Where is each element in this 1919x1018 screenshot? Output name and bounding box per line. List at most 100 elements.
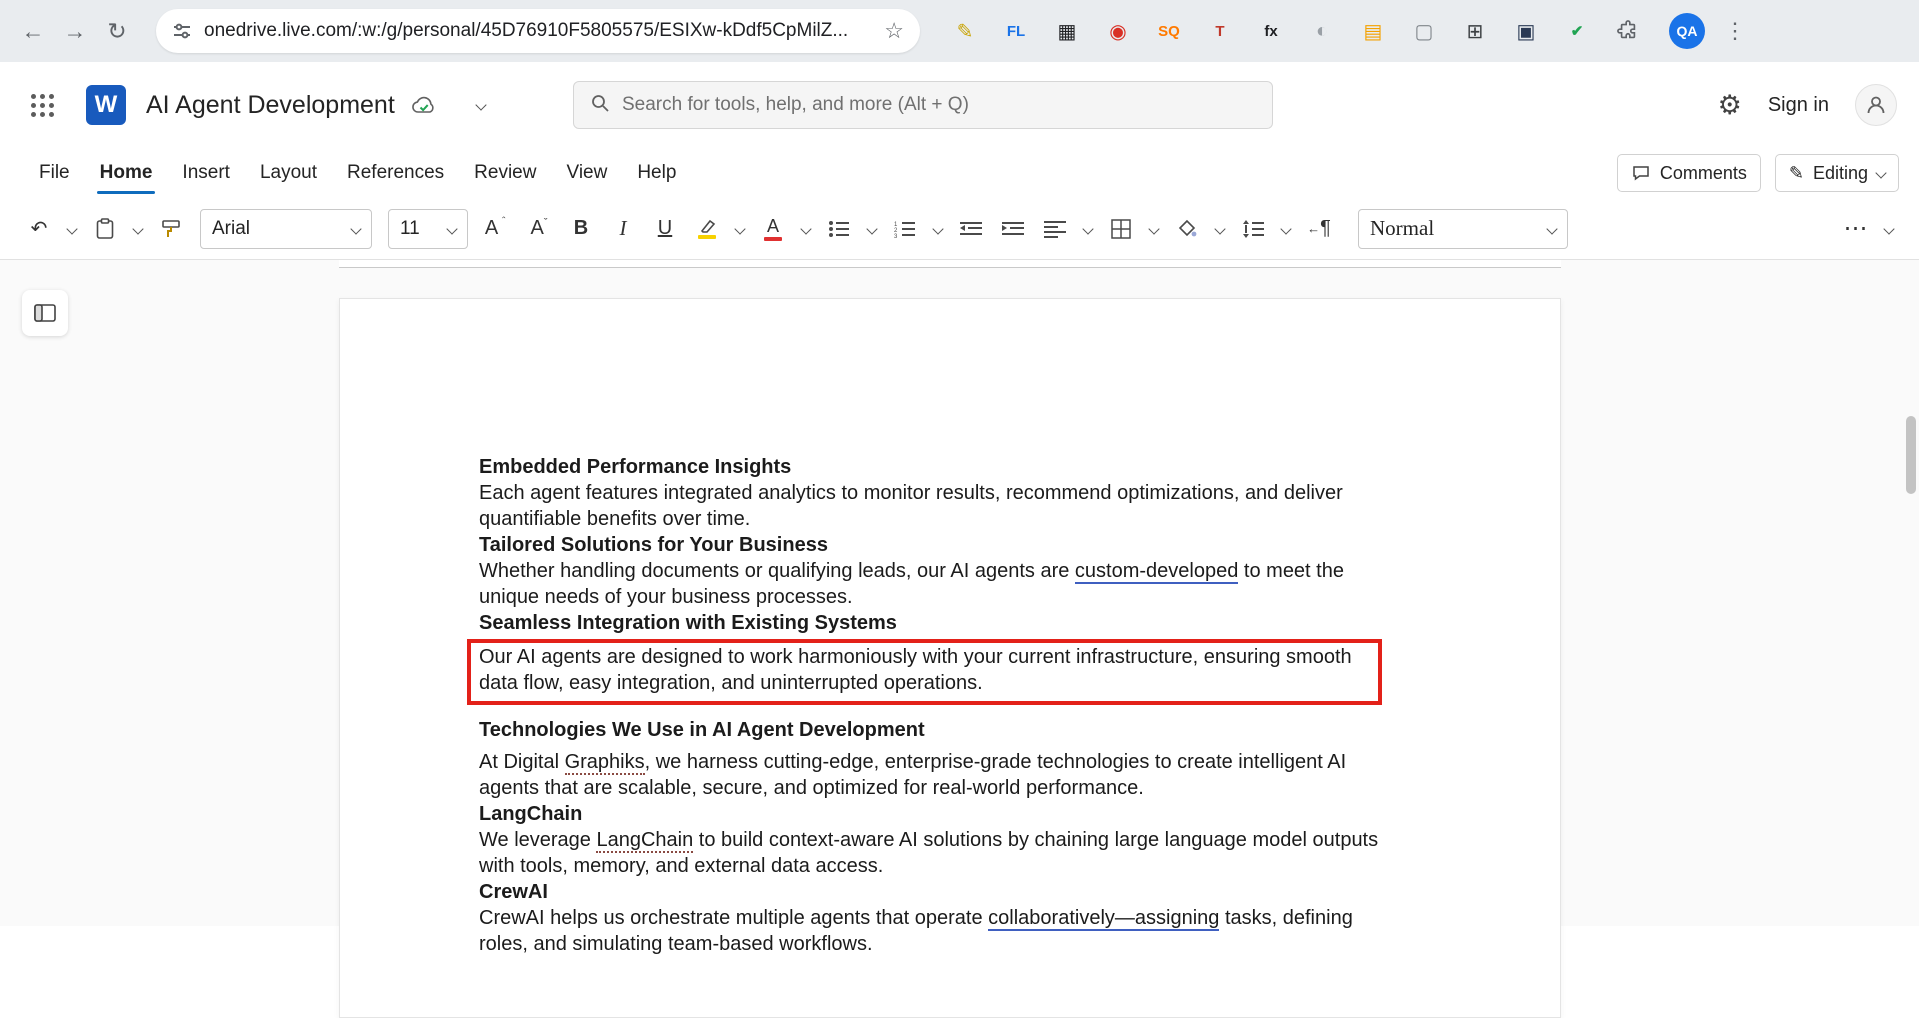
- qr-code-extension-icon[interactable]: ▦: [1052, 16, 1082, 46]
- bookmark-star-icon[interactable]: ☆: [884, 18, 904, 44]
- app-launcher-button[interactable]: [20, 83, 64, 127]
- forward-button[interactable]: →: [54, 10, 96, 52]
- tab-help[interactable]: Help: [622, 148, 691, 198]
- sign-in-link[interactable]: Sign in: [1768, 94, 1829, 117]
- dark-grid-extension-icon[interactable]: ⊞: [1460, 16, 1490, 46]
- decrease-indent-button[interactable]: [952, 209, 990, 249]
- underline-button[interactable]: U: [646, 209, 684, 249]
- alignment-chevron-icon[interactable]: [1078, 209, 1098, 249]
- browser-profile-avatar[interactable]: QA: [1669, 13, 1705, 49]
- tab-layout[interactable]: Layout: [245, 148, 332, 198]
- extensions-puzzle-icon[interactable]: [1613, 16, 1643, 46]
- font-name-select[interactable]: Arial: [200, 209, 372, 249]
- account-avatar-icon[interactable]: [1855, 84, 1897, 126]
- tab-insert[interactable]: Insert: [167, 148, 245, 198]
- format-painter-button[interactable]: [152, 209, 190, 249]
- compass-extension-icon[interactable]: ◐: [1307, 16, 1337, 46]
- font-color-button[interactable]: A: [754, 209, 792, 249]
- insights-paragraph[interactable]: Each agent features integrated analytics…: [479, 480, 1400, 532]
- tab-file[interactable]: File: [24, 148, 85, 198]
- ribbon-tab-bar: File Home Insert Layout References Revie…: [0, 148, 1919, 198]
- collapse-ribbon-button[interactable]: [1879, 209, 1899, 249]
- numbering-button[interactable]: 123: [886, 209, 924, 249]
- window-extension-icon[interactable]: ▢: [1409, 16, 1439, 46]
- tab-view[interactable]: View: [551, 148, 622, 198]
- bold-button[interactable]: B: [562, 209, 600, 249]
- highlight-chevron-icon[interactable]: [730, 209, 750, 249]
- insights-heading[interactable]: Embedded Performance Insights: [479, 454, 1400, 480]
- paste-chevron-icon[interactable]: [128, 209, 148, 249]
- seamless-heading[interactable]: Seamless Integration with Existing Syste…: [479, 610, 1400, 636]
- comments-button[interactable]: Comments: [1617, 154, 1761, 192]
- back-button[interactable]: ←: [12, 10, 54, 52]
- borders-button[interactable]: [1102, 209, 1140, 249]
- crewai-paragraph[interactable]: CrewAI helps us orchestrate multiple age…: [479, 905, 1400, 957]
- tailored-heading[interactable]: Tailored Solutions for Your Business: [479, 532, 1400, 558]
- highlight-button[interactable]: [688, 209, 726, 249]
- pen-extension-icon[interactable]: ✎: [950, 16, 980, 46]
- browser-menu-icon[interactable]: ⋮: [1723, 18, 1747, 44]
- langchain-paragraph[interactable]: We leverage LangChain to build context-a…: [479, 827, 1400, 879]
- paste-button[interactable]: [86, 209, 124, 249]
- undo-button[interactable]: ↶: [20, 209, 58, 249]
- bullets-button[interactable]: [820, 209, 858, 249]
- cloud-saved-icon[interactable]: [411, 95, 437, 115]
- custom-developed-underlined-text[interactable]: custom-developed: [1075, 560, 1238, 584]
- collaboratively-underlined-text[interactable]: collaboratively—assigning: [988, 907, 1219, 931]
- alignment-button[interactable]: [1036, 209, 1074, 249]
- seoquake-extension-icon[interactable]: SQ: [1154, 16, 1184, 46]
- settings-gear-icon[interactable]: ⚙: [1718, 90, 1742, 121]
- seamless-paragraph[interactable]: Our AI agents are designed to work harmo…: [479, 644, 1370, 696]
- dark-grid-extension-glyph: ⊞: [1467, 19, 1484, 44]
- line-spacing-button[interactable]: [1234, 209, 1272, 249]
- frame-extension-glyph: ▣: [1517, 19, 1536, 44]
- function-extension-glyph: fx: [1264, 23, 1277, 40]
- tab-references[interactable]: References: [332, 148, 459, 198]
- font-size-select[interactable]: 11: [388, 209, 468, 249]
- word-logo-icon[interactable]: W: [86, 85, 126, 125]
- tab-review[interactable]: Review: [459, 148, 551, 198]
- letter-t-extension-icon[interactable]: T: [1205, 16, 1235, 46]
- grow-font-button[interactable]: A＾: [478, 209, 516, 249]
- check-green-extension-icon[interactable]: ✔: [1562, 16, 1592, 46]
- tab-home[interactable]: Home: [85, 148, 168, 198]
- shading-button[interactable]: [1168, 209, 1206, 249]
- vertical-scrollbar-thumb[interactable]: [1906, 416, 1916, 494]
- increase-indent-button[interactable]: [994, 209, 1032, 249]
- record-extension-icon[interactable]: ◉: [1103, 16, 1133, 46]
- url-text[interactable]: onedrive.live.com/:w:/g/personal/45D7691…: [204, 20, 874, 42]
- editing-mode-button[interactable]: ✎ Editing: [1775, 154, 1899, 192]
- document-title[interactable]: AI Agent Development: [146, 91, 395, 120]
- fl-extension-icon[interactable]: FL: [1001, 16, 1031, 46]
- grid-orange-extension-icon[interactable]: ▤: [1358, 16, 1388, 46]
- paragraph-marks-button[interactable]: ←¶: [1300, 209, 1338, 249]
- shrink-font-button[interactable]: Aˇ: [520, 209, 558, 249]
- line-spacing-chevron-icon[interactable]: [1276, 209, 1296, 249]
- italic-button[interactable]: I: [604, 209, 642, 249]
- numbering-chevron-icon[interactable]: [928, 209, 948, 249]
- site-info-icon[interactable]: [172, 21, 192, 41]
- more-options-button[interactable]: ⋯: [1837, 209, 1875, 249]
- frame-extension-icon[interactable]: ▣: [1511, 16, 1541, 46]
- search-input[interactable]: [622, 94, 1256, 116]
- technologies-heading[interactable]: Technologies We Use in AI Agent Developm…: [479, 717, 1400, 743]
- langchain-heading[interactable]: LangChain: [479, 801, 1400, 827]
- address-bar[interactable]: onedrive.live.com/:w:/g/personal/45D7691…: [156, 9, 920, 53]
- shading-chevron-icon[interactable]: [1210, 209, 1230, 249]
- graphiks-spellcheck-text[interactable]: Graphiks: [565, 751, 645, 775]
- bullets-chevron-icon[interactable]: [862, 209, 882, 249]
- font-color-chevron-icon[interactable]: [796, 209, 816, 249]
- styles-select[interactable]: Normal: [1358, 209, 1568, 249]
- crewai-heading[interactable]: CrewAI: [479, 879, 1400, 905]
- search-bar[interactable]: [573, 81, 1273, 129]
- tailored-paragraph[interactable]: Whether handling documents or qualifying…: [479, 558, 1400, 610]
- borders-chevron-icon[interactable]: [1144, 209, 1164, 249]
- navigation-pane-toggle-button[interactable]: [22, 290, 68, 336]
- technologies-paragraph[interactable]: At Digital Graphiks, we harness cutting-…: [479, 749, 1400, 801]
- langchain-spellcheck-text[interactable]: LangChain: [596, 829, 693, 853]
- document-page[interactable]: Embedded Performance Insights Each agent…: [339, 298, 1561, 1018]
- document-title-chevron-icon[interactable]: [475, 99, 486, 110]
- undo-chevron-icon[interactable]: [62, 209, 82, 249]
- function-extension-icon[interactable]: fx: [1256, 16, 1286, 46]
- refresh-button[interactable]: ↻: [96, 10, 138, 52]
